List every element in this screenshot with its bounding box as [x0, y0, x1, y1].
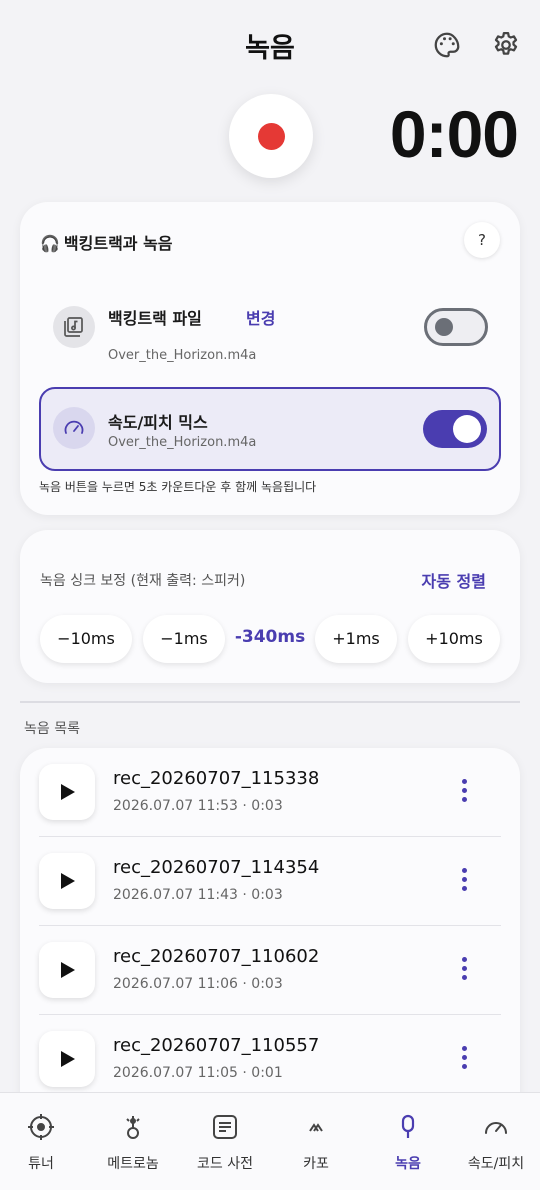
nav-item-metronome[interactable]: 메트로놈 — [82, 1093, 184, 1190]
list-item[interactable]: rec_20260707_110557 2026.07.07 11:05 · 0… — [39, 1015, 501, 1104]
more-options-icon[interactable] — [453, 865, 475, 897]
nav-label: 메트로놈 — [107, 1156, 159, 1172]
app-header: 녹음 — [0, 0, 540, 90]
sync-calibration-card: 녹음 싱크 보정 (현재 출력: 스피커) 자동 정렬 −10ms −1ms -… — [20, 530, 520, 683]
change-file-link[interactable]: 변경 — [246, 305, 275, 329]
play-button[interactable] — [39, 942, 95, 998]
recording-timer: 0:00 — [389, 97, 519, 171]
nav-item-tuner[interactable]: 튜너 — [0, 1093, 82, 1190]
play-icon — [61, 962, 75, 978]
metronome-icon — [126, 1116, 140, 1139]
more-options-icon[interactable] — [453, 1043, 475, 1075]
backing-track-card: 🎧 백킹트랙과 녹음 ? 백킹트랙 파일 변경 Over_the_Horizon.… — [20, 202, 520, 515]
bottom-navigation: 튜너 메트로놈 코드 사전 카포 녹음 속도/피치 — [0, 1092, 540, 1190]
record-button[interactable] — [229, 94, 313, 178]
play-icon — [61, 784, 75, 800]
play-button[interactable] — [39, 1031, 95, 1087]
section-divider — [20, 701, 520, 703]
play-button[interactable] — [39, 853, 95, 909]
speed-pitch-mix-toggle[interactable] — [423, 410, 487, 448]
recording-name: rec_20260707_110557 — [113, 1035, 320, 1056]
recording-name: rec_20260707_110602 — [113, 946, 320, 967]
record-dot-icon — [258, 123, 285, 150]
minus-10ms-button[interactable]: −10ms — [40, 615, 132, 663]
nav-label: 카포 — [303, 1156, 329, 1172]
backing-file-label: 백킹트랙 파일 — [108, 309, 202, 328]
backing-file-row: 백킹트랙 파일 변경 Over_the_Horizon.m4a — [40, 286, 502, 374]
gear-icon[interactable] — [491, 30, 521, 60]
recording-meta: 2026.07.07 11:05 · 0:01 — [113, 1065, 283, 1081]
sync-offset-value: -340ms — [234, 627, 306, 647]
play-icon — [61, 873, 75, 889]
toggle-knob — [435, 318, 453, 336]
more-options-icon[interactable] — [453, 954, 475, 986]
nav-label: 코드 사전 — [197, 1156, 253, 1172]
list-item[interactable]: rec_20260707_114354 2026.07.07 11:43 · 0… — [39, 837, 501, 926]
nav-label: 녹음 — [395, 1156, 421, 1172]
mic-icon — [401, 1114, 415, 1138]
recording-meta: 2026.07.07 11:43 · 0:03 — [113, 887, 283, 903]
speedometer-icon — [53, 407, 95, 449]
recording-name: rec_20260707_114354 — [113, 857, 320, 878]
recordings-list: rec_20260707_115338 2026.07.07 11:53 · 0… — [20, 748, 520, 1108]
recording-meta: 2026.07.07 11:06 · 0:03 — [113, 976, 283, 992]
nav-item-speed-pitch[interactable]: 속도/피치 — [452, 1093, 540, 1190]
play-button[interactable] — [39, 764, 95, 820]
countdown-note: 녹음 버튼을 누르면 5초 카운트다운 후 함께 녹음됩니다 — [39, 480, 317, 494]
toggle-knob — [453, 415, 481, 443]
speedometer-icon — [485, 1122, 507, 1134]
backing-track-title: 🎧 백킹트랙과 녹음 — [40, 234, 173, 253]
nav-item-capo[interactable]: 카포 — [274, 1093, 358, 1190]
mix-file-name: Over_the_Horizon.m4a — [108, 435, 257, 450]
tuner-icon — [28, 1114, 54, 1140]
nav-label: 속도/피치 — [467, 1156, 525, 1172]
music-library-icon — [53, 306, 95, 348]
sync-label: 녹음 싱크 보정 (현재 출력: 스피커) — [40, 573, 246, 589]
speed-pitch-mix-row[interactable]: 속도/피치 믹스 Over_the_Horizon.m4a — [39, 387, 501, 471]
help-button[interactable]: ? — [464, 222, 500, 258]
list-item[interactable]: rec_20260707_110602 2026.07.07 11:06 · 0… — [39, 926, 501, 1015]
play-icon — [61, 1051, 75, 1067]
speed-pitch-mix-label: 속도/피치 믹스 — [108, 413, 208, 432]
nav-item-recording[interactable]: 녹음 — [364, 1093, 452, 1190]
minus-1ms-button[interactable]: −1ms — [143, 615, 225, 663]
plus-10ms-button[interactable]: +10ms — [408, 615, 500, 663]
recording-meta: 2026.07.07 11:53 · 0:03 — [113, 798, 283, 814]
chord-book-icon — [213, 1115, 237, 1139]
capo-icon — [309, 1123, 323, 1132]
recording-name: rec_20260707_115338 — [113, 768, 320, 789]
headphones-icon: 🎧 — [40, 234, 60, 253]
more-options-icon[interactable] — [453, 776, 475, 808]
nav-label: 튜너 — [28, 1156, 54, 1172]
nav-item-chords[interactable]: 코드 사전 — [176, 1093, 274, 1190]
backing-file-name: Over_the_Horizon.m4a — [108, 348, 257, 363]
list-item[interactable]: rec_20260707_115338 2026.07.07 11:53 · 0… — [39, 748, 501, 837]
recordings-heading: 녹음 목록 — [24, 721, 80, 737]
backing-file-toggle[interactable] — [424, 308, 488, 346]
plus-1ms-button[interactable]: +1ms — [315, 615, 397, 663]
palette-icon[interactable] — [432, 30, 462, 60]
auto-align-button[interactable]: 자동 정렬 — [422, 568, 486, 592]
